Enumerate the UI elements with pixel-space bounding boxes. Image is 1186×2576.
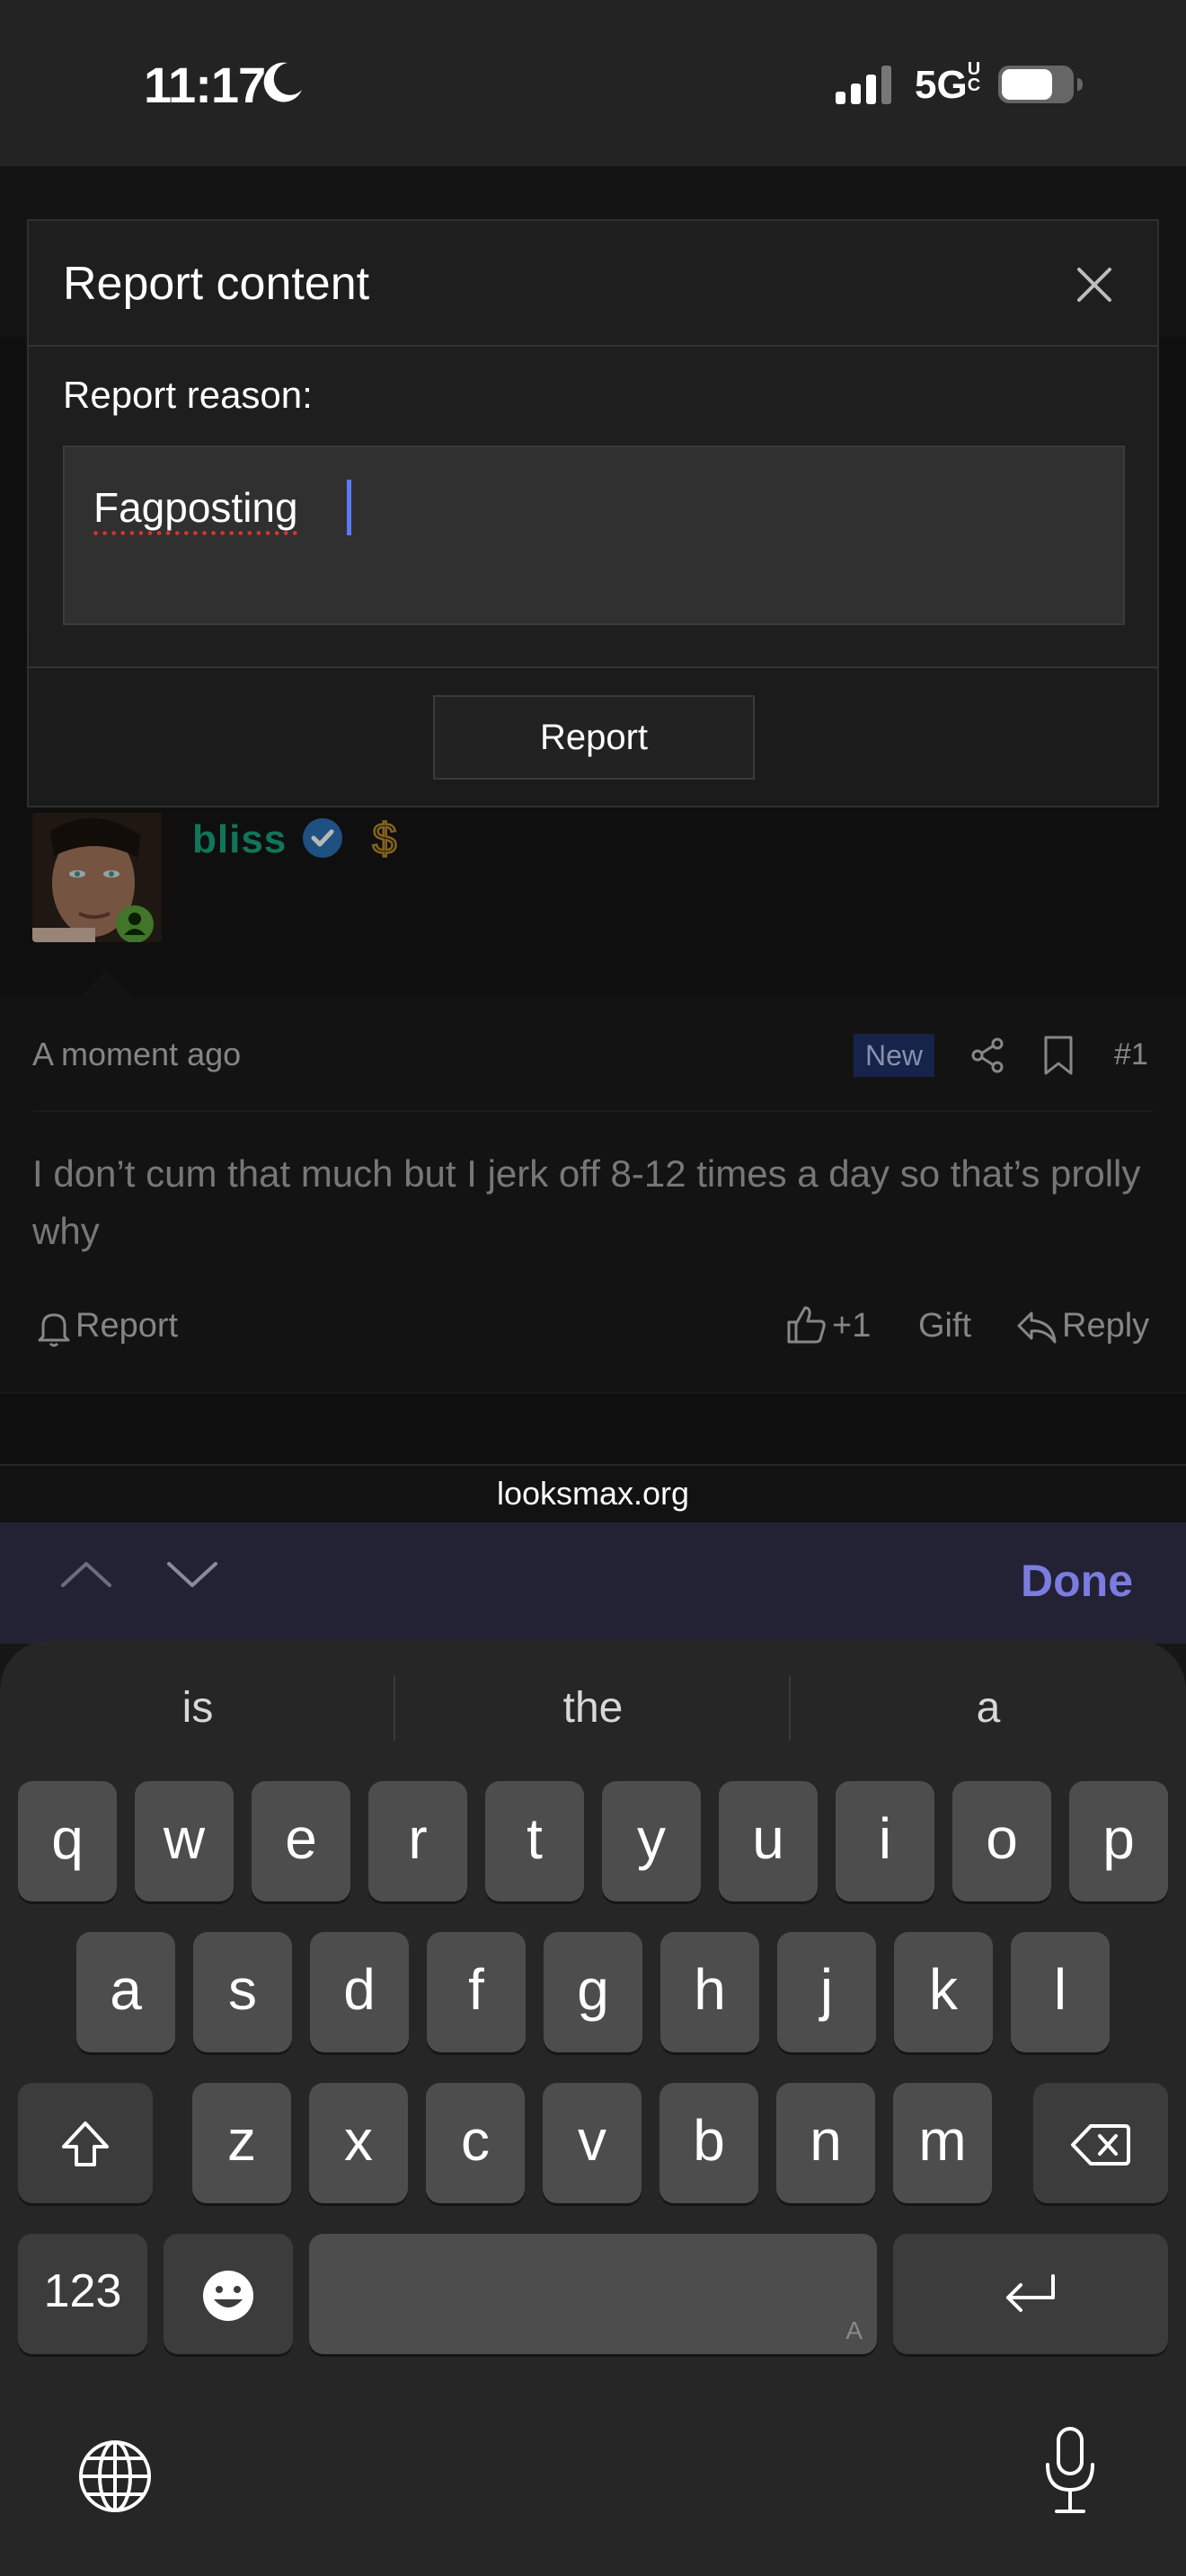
delete-key[interactable] — [1033, 2083, 1168, 2203]
battery-icon — [998, 66, 1083, 103]
key-w[interactable]: w — [135, 1781, 234, 1901]
key-q[interactable]: q — [18, 1781, 117, 1901]
shift-key[interactable] — [18, 2083, 153, 2203]
space-bar-language-hint: A — [845, 2316, 863, 2344]
key-y[interactable]: y — [602, 1781, 701, 1901]
microphone-icon[interactable] — [1042, 2425, 1098, 2515]
key-v[interactable]: v — [543, 2083, 642, 2203]
key-h[interactable]: h — [660, 1932, 759, 2052]
report-reason-textarea[interactable]: Fagposting — [63, 446, 1125, 625]
return-key[interactable] — [893, 2234, 1168, 2354]
dialog-footer: Report — [29, 666, 1157, 806]
text-caret — [347, 480, 351, 535]
status-time: 11:17 — [144, 57, 266, 113]
key-l[interactable]: l — [1011, 1932, 1110, 2052]
keyboard-accessory-bar: Done — [0, 1522, 1186, 1644]
close-icon[interactable] — [1074, 264, 1115, 305]
key-p[interactable]: p — [1069, 1781, 1168, 1901]
dialog-title: Report content — [63, 258, 370, 310]
shift-icon — [62, 2122, 109, 2167]
suggestion-1[interactable]: is — [0, 1683, 395, 1733]
url-text: looksmax.org — [496, 1475, 690, 1512]
key-i[interactable]: i — [836, 1781, 934, 1901]
key-u[interactable]: u — [719, 1781, 818, 1901]
report-reason-label: Report reason: — [63, 374, 313, 416]
browser-url-bar[interactable]: looksmax.org — [0, 1464, 1186, 1522]
report-reason-value: Fagposting — [93, 484, 298, 531]
status-bar: 11:17 5GUC — [0, 0, 1186, 166]
key-s[interactable]: s — [193, 1932, 292, 2052]
key-k[interactable]: k — [894, 1932, 993, 2052]
numbers-key[interactable]: 123 — [18, 2234, 147, 2354]
signal-icon — [836, 66, 891, 104]
moon-icon — [263, 62, 302, 102]
emoji-icon — [203, 2271, 253, 2322]
key-t[interactable]: t — [485, 1781, 584, 1901]
key-b[interactable]: b — [659, 2083, 758, 2203]
suggestion-2[interactable]: the — [395, 1683, 791, 1733]
globe-icon[interactable] — [75, 2437, 155, 2516]
key-e[interactable]: e — [252, 1781, 350, 1901]
key-z[interactable]: z — [192, 2083, 291, 2203]
chevron-down-icon[interactable] — [165, 1557, 219, 1592]
key-m[interactable]: m — [893, 2083, 992, 2203]
backspace-icon — [1071, 2124, 1130, 2166]
report-submit-button[interactable]: Report — [433, 695, 755, 780]
done-button[interactable]: Done — [1021, 1555, 1133, 1607]
key-f[interactable]: f — [427, 1932, 526, 2052]
key-d[interactable]: d — [310, 1932, 409, 2052]
chevron-up-icon[interactable] — [59, 1557, 113, 1592]
suggestion-3[interactable]: a — [791, 1683, 1186, 1733]
key-j[interactable]: j — [777, 1932, 876, 2052]
return-icon — [1006, 2274, 1055, 2313]
key-c[interactable]: c — [426, 2083, 525, 2203]
dialog-header: Report content — [29, 221, 1157, 347]
key-o[interactable]: o — [952, 1781, 1051, 1901]
key-g[interactable]: g — [544, 1932, 642, 2052]
network-type: 5GUC — [915, 59, 981, 107]
emoji-key[interactable] — [164, 2234, 293, 2354]
key-x[interactable]: x — [309, 2083, 408, 2203]
key-n[interactable]: n — [776, 2083, 875, 2203]
key-a[interactable]: a — [76, 1932, 175, 2052]
key-r[interactable]: r — [368, 1781, 467, 1901]
report-dialog: Report content Report reason: Fagposting… — [27, 219, 1159, 807]
space-bar[interactable]: A — [309, 2234, 877, 2354]
